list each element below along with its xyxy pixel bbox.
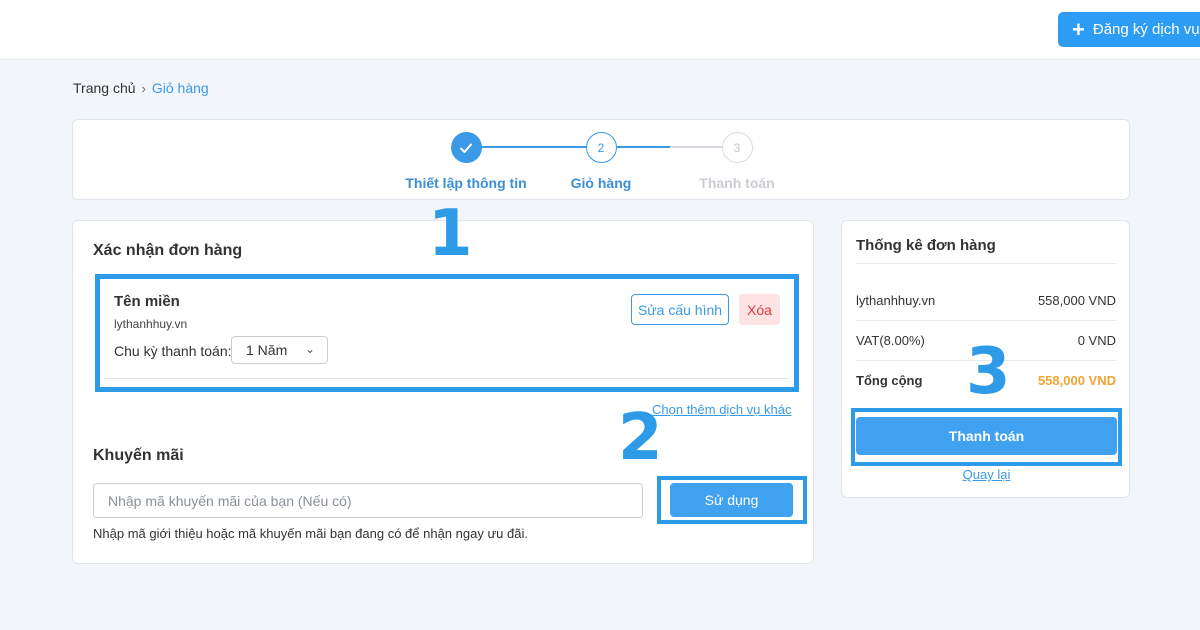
order-title: Xác nhận đơn hàng [93,242,243,259]
billing-cycle-label: Chu kỳ thanh toán: [114,343,232,359]
total-value: 558,000 VND [1037,373,1116,388]
step-3-label: Thanh toán [699,175,775,191]
step-3-circle: 3 [721,132,753,163]
promo-help-text: Nhập mã giới thiệu hoặc mã khuyến mãi bạ… [93,526,528,541]
use-promo-button[interactable]: Sử dụng [670,483,793,517]
edit-config-button[interactable]: Sửa cấu hình [631,294,729,325]
step-2-circle: 2 [585,132,617,163]
breadcrumb-home[interactable]: Trang chủ [73,80,136,96]
summary-row-value: 558,000 VND [1037,293,1116,308]
checkout-button[interactable]: Thanh toán [856,417,1117,455]
order-confirmation-card: Xác nhận đơn hàng Tên miền lythanhhuy.vn… [72,220,814,564]
chevron-down-icon: ⌄ [304,342,315,356]
delete-item-button[interactable]: Xóa [739,294,780,325]
item-name: Tên miền [114,293,180,310]
promo-title: Khuyến mãi [93,447,184,464]
add-more-services-link[interactable]: Chọn thêm dịch vụ khác [652,402,791,417]
item-domain: lythanhhuy.vn [114,317,188,331]
summary-divider [856,263,1116,264]
summary-title: Thống kê đơn hàng [856,237,996,254]
checkout-highlight: Thanh toán [851,408,1122,466]
summary-row-value: 0 VND [1077,333,1116,348]
breadcrumb: Trang chủ › Giỏ hàng [73,80,209,96]
breadcrumb-current: Giỏ hàng [151,80,209,96]
register-service-label: Đăng ký dịch vụ [1092,21,1200,38]
annotation-marker-1: 1 [428,197,473,271]
step-payment: 3 Thanh toán [657,132,817,191]
total-label: Tổng cộng [856,373,923,388]
top-bar: + Đăng ký dịch vụ [0,0,1200,60]
use-promo-highlight: Sử dụng [657,476,807,524]
summary-divider [856,320,1116,321]
summary-row-label: lythanhhuy.vn [856,293,936,308]
order-item-highlight: Tên miền lythanhhuy.vn Chu kỳ thanh toán… [95,274,799,392]
billing-cycle-value: 1 Năm [246,342,288,358]
check-icon [460,143,472,153]
summary-row-label: VAT(8.00%) [856,333,925,348]
billing-cycle-select[interactable]: 1 Năm ⌄ [231,336,328,364]
plus-icon: + [1072,16,1085,42]
chevron-right-icon: › [141,80,146,96]
step-1-circle [450,132,482,163]
summary-row-domain: lythanhhuy.vn 558,000 VND [856,293,1116,308]
promo-code-input[interactable] [93,483,643,518]
annotation-marker-2: 2 [618,401,663,475]
back-link[interactable]: Quay lại [842,467,1131,482]
order-item: Tên miền lythanhhuy.vn Chu kỳ thanh toán… [105,279,789,379]
checkout-steps: Thiết lập thông tin 2 Giỏ hàng 3 Thanh t… [72,119,1130,200]
register-service-button[interactable]: + Đăng ký dịch vụ [1058,12,1200,47]
annotation-marker-3: 3 [966,335,1011,409]
